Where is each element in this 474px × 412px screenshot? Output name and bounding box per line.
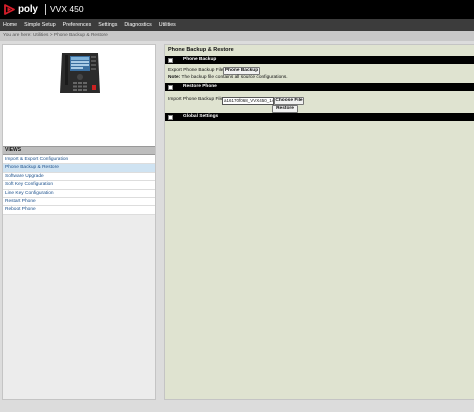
section-restore-phone-header[interactable]: Restore Phone <box>165 83 474 91</box>
views-list: Import & Export Configuration Phone Back… <box>3 156 155 215</box>
breadcrumb: You are here: Utilities > Phone Backup &… <box>0 31 474 41</box>
poly-logo[interactable]: poly <box>3 3 38 16</box>
backup-note: Note: The backup file contains all sourc… <box>168 74 288 82</box>
view-reboot-phone[interactable]: Reboot Phone <box>3 206 155 215</box>
poly-logo-icon <box>4 4 15 15</box>
note-label: Note: <box>168 75 181 80</box>
view-software-upgrade[interactable]: Software Upgrade <box>3 173 155 182</box>
view-soft-key-configuration[interactable]: Soft Key Configuration <box>3 181 155 190</box>
selected-file-name: a16170f068_VVX450_14- <box>222 97 274 105</box>
square-toggle-icon[interactable] <box>168 57 173 63</box>
square-toggle-icon[interactable] <box>168 114 173 120</box>
square-toggle-icon[interactable] <box>168 84 173 90</box>
nav-simple-setup[interactable]: Simple Setup <box>24 19 56 31</box>
view-line-key-configuration[interactable]: Line Key Configuration <box>3 190 155 198</box>
nav-utilities[interactable]: Utilities <box>159 19 176 31</box>
section-phone-backup-header[interactable]: Phone Backup <box>165 56 474 64</box>
note-text: The backup file contains all source conf… <box>180 75 288 80</box>
main-content: Phone Backup & Restore Phone Backup Expo… <box>164 44 474 400</box>
header-divider <box>45 4 46 15</box>
desk-phone-image <box>54 49 106 99</box>
import-backup-label: Import Phone Backup File <box>168 97 224 102</box>
sidebar: VIEWS Import & Export Configuration Phon… <box>2 44 156 400</box>
section-global-settings-header[interactable]: Global Settings <box>165 113 474 121</box>
nav-home[interactable]: Home <box>3 19 17 31</box>
section-title: Phone Backup <box>183 57 217 62</box>
nav-diagnostics[interactable]: Diagnostics <box>124 19 151 31</box>
section-title: Restore Phone <box>183 84 217 89</box>
nav-preferences[interactable]: Preferences <box>63 19 92 31</box>
views-heading: VIEWS <box>3 146 155 155</box>
sidebar-empty-area <box>3 215 155 399</box>
main-nav: Home Simple Setup Preferences Settings D… <box>0 19 474 31</box>
top-header: poly VVX 450 <box>0 0 474 19</box>
view-import-export-configuration[interactable]: Import & Export Configuration <box>3 156 155 165</box>
section-title: Global Settings <box>183 114 219 119</box>
nav-settings[interactable]: Settings <box>98 19 117 31</box>
choose-file-button[interactable]: Choose File <box>274 97 304 105</box>
page-title: Phone Backup & Restore <box>168 47 234 53</box>
view-restart-phone[interactable]: Restart Phone <box>3 198 155 207</box>
phone-model: VVX 450 <box>50 4 84 14</box>
view-phone-backup-restore[interactable]: Phone Backup & Restore <box>3 164 155 173</box>
restore-button[interactable]: Restore <box>272 105 298 113</box>
brand-name: poly <box>18 4 38 15</box>
